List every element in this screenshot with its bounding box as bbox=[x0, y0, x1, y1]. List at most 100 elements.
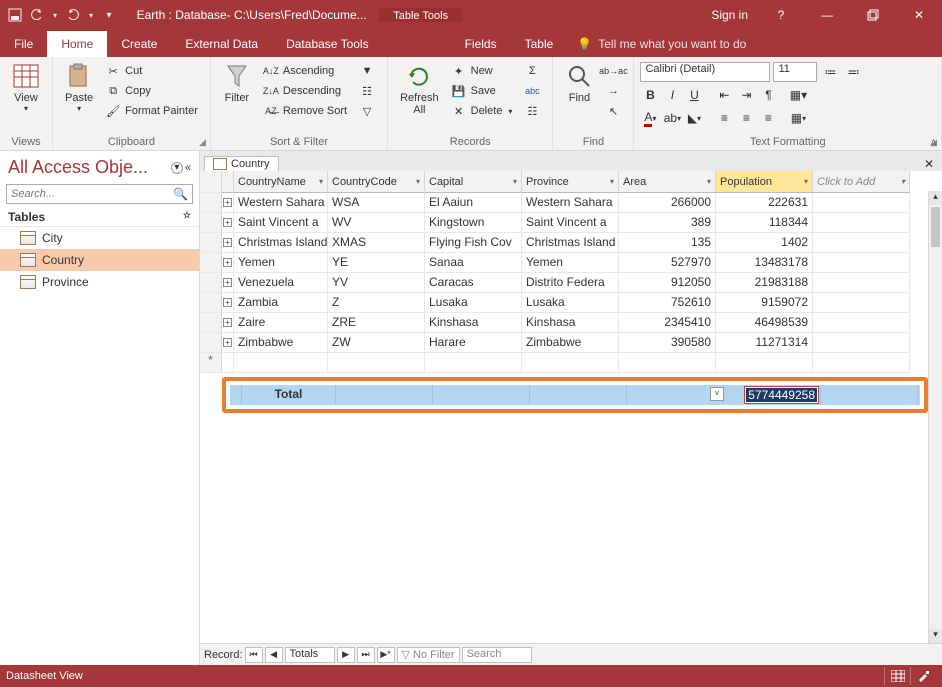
column-dropdown-icon[interactable]: ▾ bbox=[416, 177, 420, 186]
tab-fields[interactable]: Fields bbox=[451, 31, 511, 57]
align-left-button[interactable]: ≡ bbox=[714, 108, 734, 128]
new-row-cell[interactable] bbox=[522, 353, 619, 373]
cell-population[interactable]: 9159072 bbox=[716, 293, 813, 313]
cell-countrycode[interactable]: WSA bbox=[328, 193, 425, 213]
more-button[interactable]: ☷ bbox=[520, 102, 544, 120]
cell-countrycode[interactable]: WV bbox=[328, 213, 425, 233]
toggle-filter-button[interactable]: ▽ bbox=[355, 102, 379, 120]
cell-countryname[interactable]: Zaire bbox=[234, 313, 328, 333]
cell-addnew[interactable] bbox=[813, 333, 910, 353]
font-size-select[interactable]: 11 bbox=[773, 62, 817, 82]
increase-indent-button[interactable]: ⇥ bbox=[736, 85, 756, 105]
expand-row-button[interactable]: + bbox=[222, 313, 234, 333]
qat-customize-icon[interactable]: ▾ bbox=[100, 6, 118, 24]
descending-button[interactable]: Z↓ADescending bbox=[259, 82, 351, 100]
cell-capital[interactable]: Kinshasa bbox=[425, 313, 522, 333]
cell-countrycode[interactable]: ZW bbox=[328, 333, 425, 353]
cell-countryname[interactable]: Yemen bbox=[234, 253, 328, 273]
new-row-cell[interactable] bbox=[813, 353, 910, 373]
nav-pane-title[interactable]: All Access Obje... bbox=[8, 157, 148, 178]
cell-countrycode[interactable]: ZRE bbox=[328, 313, 425, 333]
tab-home[interactable]: Home bbox=[47, 31, 107, 57]
expand-row-button[interactable]: + bbox=[222, 213, 234, 233]
cell-province[interactable]: Lusaka bbox=[522, 293, 619, 313]
cell-population[interactable]: 21983188 bbox=[716, 273, 813, 293]
text-direction-button[interactable]: ¶ bbox=[758, 85, 778, 105]
new-row-cell[interactable] bbox=[328, 353, 425, 373]
row-selector[interactable] bbox=[200, 193, 222, 213]
align-center-button[interactable]: ≡ bbox=[736, 108, 756, 128]
collapse-ribbon-button[interactable]: ʌ bbox=[931, 137, 936, 148]
tab-create[interactable]: Create bbox=[107, 31, 171, 57]
remove-sort-button[interactable]: A̶Z̶Remove Sort bbox=[259, 102, 351, 120]
column-header[interactable]: Province▾ bbox=[522, 171, 619, 193]
column-header[interactable]: Area▾ bbox=[619, 171, 716, 193]
expand-row-button[interactable]: + bbox=[222, 233, 234, 253]
select-button[interactable]: ↖ bbox=[601, 102, 625, 120]
gridlines-button[interactable]: ▦▾ bbox=[788, 108, 808, 128]
nav-item-country[interactable]: Country bbox=[0, 249, 199, 271]
next-record-button[interactable]: ▶ bbox=[337, 647, 355, 663]
cell-addnew[interactable] bbox=[813, 213, 910, 233]
tell-me-search[interactable]: 💡 Tell me what you want to do bbox=[567, 31, 756, 57]
search-icon[interactable]: 🔍 bbox=[169, 187, 192, 201]
column-header[interactable]: CountryCode▾ bbox=[328, 171, 425, 193]
spelling-button[interactable]: abc bbox=[520, 82, 544, 100]
first-record-button[interactable]: ⏮ bbox=[245, 647, 263, 663]
restore-button[interactable] bbox=[850, 0, 896, 30]
row-selector[interactable] bbox=[200, 313, 222, 333]
current-record-box[interactable]: Totals bbox=[285, 647, 335, 663]
numbering-button[interactable]: ≕ bbox=[843, 62, 863, 82]
highlight-button[interactable]: ab▾ bbox=[662, 108, 682, 128]
chevron-down-icon[interactable]: ▾ bbox=[50, 6, 60, 24]
cell-province[interactable]: Zimbabwe bbox=[522, 333, 619, 353]
new-button[interactable]: ✦New bbox=[447, 62, 517, 80]
cell-addnew[interactable] bbox=[813, 293, 910, 313]
cell-capital[interactable]: Lusaka bbox=[425, 293, 522, 313]
underline-button[interactable]: U bbox=[684, 85, 704, 105]
paste-button[interactable]: Paste ▾ bbox=[59, 60, 99, 115]
last-record-button[interactable]: ⏭ bbox=[357, 647, 375, 663]
column-header[interactable]: Click to Add▾ bbox=[813, 171, 910, 193]
cell-addnew[interactable] bbox=[813, 193, 910, 213]
background-color-button[interactable]: ◣▾ bbox=[684, 108, 704, 128]
new-record-button[interactable]: ▶* bbox=[377, 647, 395, 663]
cell-addnew[interactable] bbox=[813, 253, 910, 273]
cut-button[interactable]: ✂Cut bbox=[101, 62, 202, 80]
column-header[interactable]: Population▾ bbox=[716, 171, 813, 193]
nav-section-tables[interactable]: Tables ☆ bbox=[0, 206, 199, 227]
new-row-cell[interactable] bbox=[234, 353, 328, 373]
scroll-thumb[interactable] bbox=[931, 207, 940, 247]
row-selector[interactable] bbox=[200, 273, 222, 293]
cell-addnew[interactable] bbox=[813, 273, 910, 293]
column-header[interactable]: Capital▾ bbox=[425, 171, 522, 193]
dialog-launcher-icon[interactable]: ◢ bbox=[199, 137, 206, 148]
cell-countryname[interactable]: Zambia bbox=[234, 293, 328, 313]
expand-row-button[interactable]: + bbox=[222, 333, 234, 353]
delete-button[interactable]: ✕Delete▾ bbox=[447, 102, 517, 120]
bullets-button[interactable]: ≔ bbox=[820, 62, 840, 82]
filter-indicator[interactable]: ▽No Filter bbox=[397, 647, 460, 663]
save-record-button[interactable]: 💾Save bbox=[447, 82, 517, 100]
cell-area[interactable]: 912050 bbox=[619, 273, 716, 293]
expand-row-button[interactable]: + bbox=[222, 193, 234, 213]
cell-population[interactable]: 46498539 bbox=[716, 313, 813, 333]
filter-button[interactable]: Filter bbox=[217, 60, 257, 106]
find-button[interactable]: Find bbox=[559, 60, 599, 106]
cell-countryname[interactable]: Saint Vincent a bbox=[234, 213, 328, 233]
select-all-cell[interactable] bbox=[200, 171, 222, 193]
column-dropdown-icon[interactable]: ▾ bbox=[901, 177, 905, 186]
cell-capital[interactable]: Caracas bbox=[425, 273, 522, 293]
cell-area[interactable]: 266000 bbox=[619, 193, 716, 213]
cell-countrycode[interactable]: XMAS bbox=[328, 233, 425, 253]
cell-area[interactable]: 389 bbox=[619, 213, 716, 233]
tab-external-data[interactable]: External Data bbox=[171, 31, 272, 57]
totals-button[interactable]: Σ bbox=[520, 62, 544, 80]
cell-population[interactable]: 222631 bbox=[716, 193, 813, 213]
cell-countryname[interactable]: Zimbabwe bbox=[234, 333, 328, 353]
document-tab-country[interactable]: Country bbox=[204, 156, 279, 171]
collapse-icon[interactable]: ☆ bbox=[183, 210, 191, 224]
bold-button[interactable]: B bbox=[640, 85, 660, 105]
cell-countryname[interactable]: Western Sahara bbox=[234, 193, 328, 213]
view-button[interactable]: View ▾ bbox=[6, 60, 46, 115]
